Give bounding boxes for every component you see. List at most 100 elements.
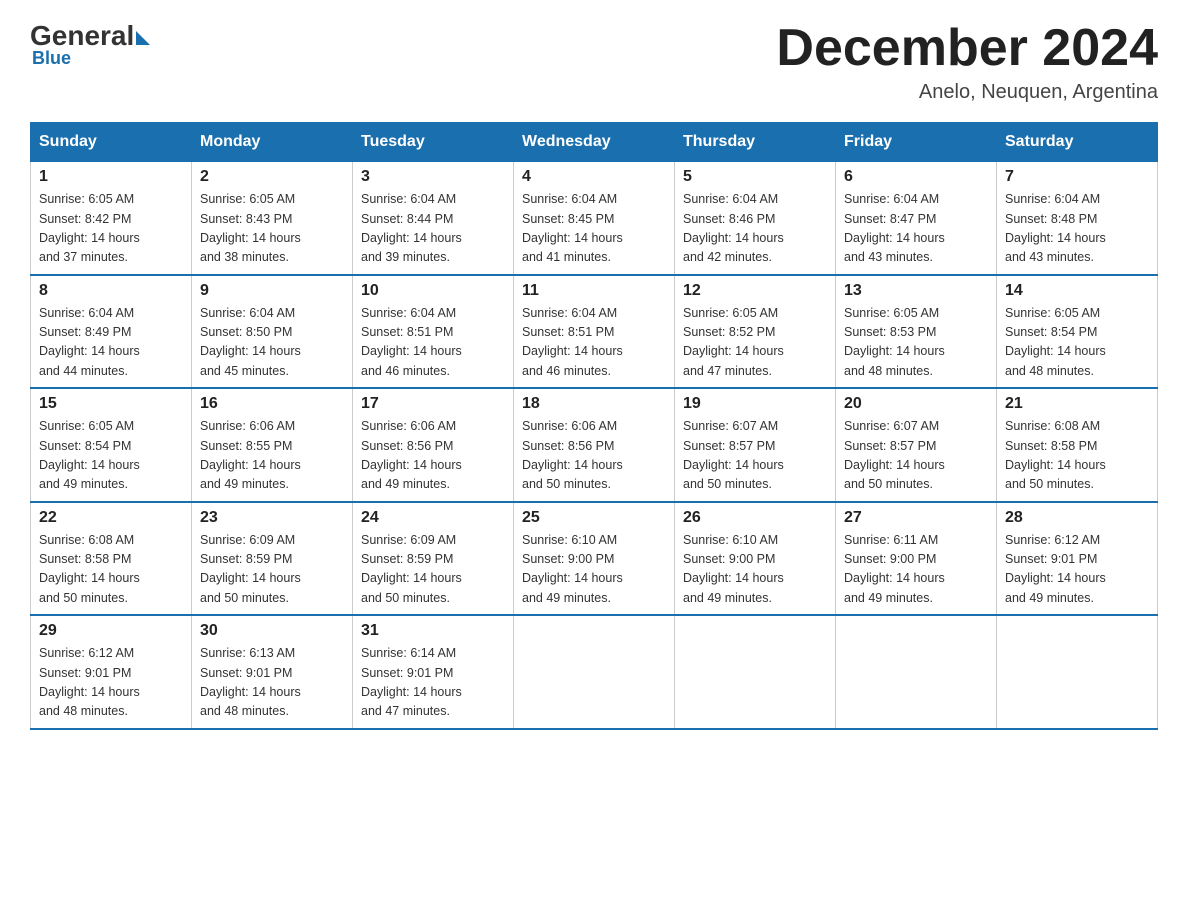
header-friday: Friday: [836, 123, 997, 162]
calendar-cell: 21 Sunrise: 6:08 AMSunset: 8:58 PMDaylig…: [997, 388, 1158, 502]
logo-blue-text: Blue: [32, 48, 71, 69]
day-info: Sunrise: 6:12 AMSunset: 9:01 PMDaylight:…: [1005, 533, 1106, 605]
calendar-cell: 10 Sunrise: 6:04 AMSunset: 8:51 PMDaylig…: [353, 275, 514, 389]
calendar-cell: 25 Sunrise: 6:10 AMSunset: 9:00 PMDaylig…: [514, 502, 675, 616]
day-info: Sunrise: 6:09 AMSunset: 8:59 PMDaylight:…: [200, 533, 301, 605]
day-number: 2: [200, 168, 344, 186]
day-info: Sunrise: 6:05 AMSunset: 8:52 PMDaylight:…: [683, 306, 784, 378]
calendar-cell: 15 Sunrise: 6:05 AMSunset: 8:54 PMDaylig…: [31, 388, 192, 502]
day-number: 19: [683, 395, 827, 413]
logo-triangle-icon: [136, 31, 150, 45]
day-number: 13: [844, 282, 988, 300]
day-info: Sunrise: 6:06 AMSunset: 8:55 PMDaylight:…: [200, 419, 301, 491]
calendar-cell: 2 Sunrise: 6:05 AMSunset: 8:43 PMDayligh…: [192, 162, 353, 275]
calendar-cell: 18 Sunrise: 6:06 AMSunset: 8:56 PMDaylig…: [514, 388, 675, 502]
calendar-cell: 1 Sunrise: 6:05 AMSunset: 8:42 PMDayligh…: [31, 162, 192, 275]
day-info: Sunrise: 6:06 AMSunset: 8:56 PMDaylight:…: [522, 419, 623, 491]
location: Anelo, Neuquen, Argentina: [776, 81, 1158, 104]
calendar-cell: [836, 615, 997, 729]
day-number: 26: [683, 509, 827, 527]
day-info: Sunrise: 6:04 AMSunset: 8:51 PMDaylight:…: [361, 306, 462, 378]
header-sunday: Sunday: [31, 123, 192, 162]
day-info: Sunrise: 6:05 AMSunset: 8:53 PMDaylight:…: [844, 306, 945, 378]
calendar-cell: 3 Sunrise: 6:04 AMSunset: 8:44 PMDayligh…: [353, 162, 514, 275]
day-info: Sunrise: 6:08 AMSunset: 8:58 PMDaylight:…: [39, 533, 140, 605]
calendar-week-row: 15 Sunrise: 6:05 AMSunset: 8:54 PMDaylig…: [31, 388, 1158, 502]
day-number: 27: [844, 509, 988, 527]
title-block: December 2024 Anelo, Neuquen, Argentina: [776, 20, 1158, 104]
day-info: Sunrise: 6:04 AMSunset: 8:44 PMDaylight:…: [361, 192, 462, 264]
day-number: 25: [522, 509, 666, 527]
calendar-week-row: 29 Sunrise: 6:12 AMSunset: 9:01 PMDaylig…: [31, 615, 1158, 729]
calendar-cell: 26 Sunrise: 6:10 AMSunset: 9:00 PMDaylig…: [675, 502, 836, 616]
day-info: Sunrise: 6:04 AMSunset: 8:47 PMDaylight:…: [844, 192, 945, 264]
day-number: 16: [200, 395, 344, 413]
calendar-cell: [675, 615, 836, 729]
calendar-cell: 20 Sunrise: 6:07 AMSunset: 8:57 PMDaylig…: [836, 388, 997, 502]
day-info: Sunrise: 6:05 AMSunset: 8:54 PMDaylight:…: [1005, 306, 1106, 378]
calendar-cell: 8 Sunrise: 6:04 AMSunset: 8:49 PMDayligh…: [31, 275, 192, 389]
calendar-week-row: 8 Sunrise: 6:04 AMSunset: 8:49 PMDayligh…: [31, 275, 1158, 389]
day-number: 9: [200, 282, 344, 300]
logo: General Blue: [30, 20, 152, 69]
day-number: 14: [1005, 282, 1149, 300]
calendar-cell: 7 Sunrise: 6:04 AMSunset: 8:48 PMDayligh…: [997, 162, 1158, 275]
calendar-cell: 27 Sunrise: 6:11 AMSunset: 9:00 PMDaylig…: [836, 502, 997, 616]
day-number: 10: [361, 282, 505, 300]
header-thursday: Thursday: [675, 123, 836, 162]
day-info: Sunrise: 6:07 AMSunset: 8:57 PMDaylight:…: [844, 419, 945, 491]
day-info: Sunrise: 6:05 AMSunset: 8:54 PMDaylight:…: [39, 419, 140, 491]
day-number: 5: [683, 168, 827, 186]
day-number: 8: [39, 282, 183, 300]
day-info: Sunrise: 6:13 AMSunset: 9:01 PMDaylight:…: [200, 646, 301, 718]
calendar-cell: 5 Sunrise: 6:04 AMSunset: 8:46 PMDayligh…: [675, 162, 836, 275]
calendar-cell: 11 Sunrise: 6:04 AMSunset: 8:51 PMDaylig…: [514, 275, 675, 389]
calendar-cell: 19 Sunrise: 6:07 AMSunset: 8:57 PMDaylig…: [675, 388, 836, 502]
day-number: 7: [1005, 168, 1149, 186]
calendar-cell: 28 Sunrise: 6:12 AMSunset: 9:01 PMDaylig…: [997, 502, 1158, 616]
header-wednesday: Wednesday: [514, 123, 675, 162]
page-header: General Blue December 2024 Anelo, Neuque…: [30, 20, 1158, 104]
day-info: Sunrise: 6:04 AMSunset: 8:45 PMDaylight:…: [522, 192, 623, 264]
day-info: Sunrise: 6:05 AMSunset: 8:42 PMDaylight:…: [39, 192, 140, 264]
day-number: 17: [361, 395, 505, 413]
day-number: 11: [522, 282, 666, 300]
day-number: 1: [39, 168, 183, 186]
day-info: Sunrise: 6:12 AMSunset: 9:01 PMDaylight:…: [39, 646, 140, 718]
header-saturday: Saturday: [997, 123, 1158, 162]
day-info: Sunrise: 6:04 AMSunset: 8:46 PMDaylight:…: [683, 192, 784, 264]
header-monday: Monday: [192, 123, 353, 162]
day-info: Sunrise: 6:04 AMSunset: 8:51 PMDaylight:…: [522, 306, 623, 378]
calendar-cell: 4 Sunrise: 6:04 AMSunset: 8:45 PMDayligh…: [514, 162, 675, 275]
header-tuesday: Tuesday: [353, 123, 514, 162]
calendar-cell: [514, 615, 675, 729]
day-number: 6: [844, 168, 988, 186]
calendar-cell: [997, 615, 1158, 729]
day-info: Sunrise: 6:08 AMSunset: 8:58 PMDaylight:…: [1005, 419, 1106, 491]
day-number: 18: [522, 395, 666, 413]
day-number: 30: [200, 622, 344, 640]
day-number: 4: [522, 168, 666, 186]
day-info: Sunrise: 6:09 AMSunset: 8:59 PMDaylight:…: [361, 533, 462, 605]
day-number: 29: [39, 622, 183, 640]
day-number: 3: [361, 168, 505, 186]
day-number: 28: [1005, 509, 1149, 527]
calendar-cell: 17 Sunrise: 6:06 AMSunset: 8:56 PMDaylig…: [353, 388, 514, 502]
day-number: 15: [39, 395, 183, 413]
day-info: Sunrise: 6:11 AMSunset: 9:00 PMDaylight:…: [844, 533, 945, 605]
calendar-header-row: SundayMondayTuesdayWednesdayThursdayFrid…: [31, 123, 1158, 162]
day-info: Sunrise: 6:07 AMSunset: 8:57 PMDaylight:…: [683, 419, 784, 491]
calendar-cell: 16 Sunrise: 6:06 AMSunset: 8:55 PMDaylig…: [192, 388, 353, 502]
calendar-week-row: 22 Sunrise: 6:08 AMSunset: 8:58 PMDaylig…: [31, 502, 1158, 616]
day-number: 31: [361, 622, 505, 640]
day-number: 12: [683, 282, 827, 300]
day-info: Sunrise: 6:10 AMSunset: 9:00 PMDaylight:…: [683, 533, 784, 605]
calendar-cell: 12 Sunrise: 6:05 AMSunset: 8:52 PMDaylig…: [675, 275, 836, 389]
day-number: 23: [200, 509, 344, 527]
day-number: 24: [361, 509, 505, 527]
calendar-cell: 30 Sunrise: 6:13 AMSunset: 9:01 PMDaylig…: [192, 615, 353, 729]
day-number: 20: [844, 395, 988, 413]
day-info: Sunrise: 6:10 AMSunset: 9:00 PMDaylight:…: [522, 533, 623, 605]
calendar-cell: 23 Sunrise: 6:09 AMSunset: 8:59 PMDaylig…: [192, 502, 353, 616]
month-title: December 2024: [776, 20, 1158, 77]
